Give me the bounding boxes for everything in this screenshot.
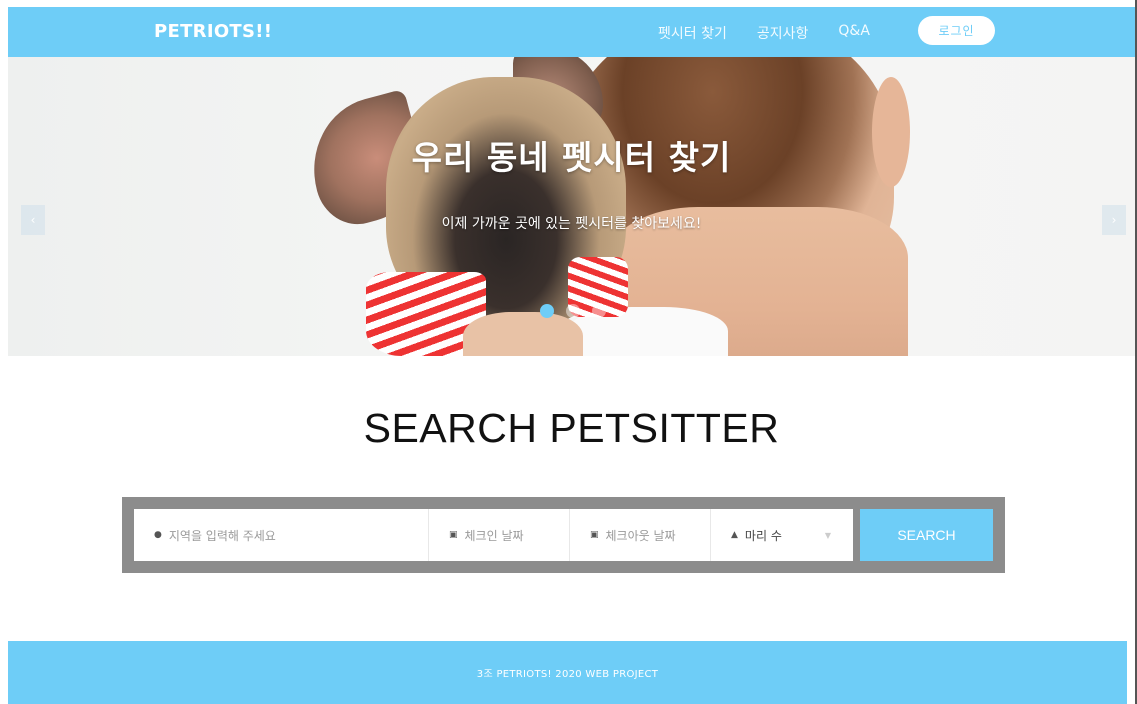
- checkin-date-input[interactable]: ▣ 체크인 날짜: [429, 509, 570, 561]
- login-button[interactable]: 로그인: [918, 16, 995, 45]
- page: PETRIOTS!! 펫시터 찾기 공지사항 Q&A 로그인 우리 동네 펫시터…: [8, 7, 1135, 704]
- pet-count-select[interactable]: ▲ 마리 수 ▼: [711, 509, 853, 561]
- chevron-right-icon: ›: [1111, 213, 1117, 227]
- footer-text: 3조 PETRIOTS! 2020 WEB PROJECT: [476, 669, 659, 680]
- chevron-down-icon: ▼: [824, 531, 831, 540]
- map-pin-icon: ●: [154, 530, 162, 540]
- nav-link-notice[interactable]: 공지사항: [757, 23, 809, 43]
- hero-carousel: 우리 동네 펫시터 찾기 이제 가까운 곳에 있는 펫시터를 찾아보세요! ‹ …: [8, 57, 1135, 356]
- carousel-indicator-2[interactable]: [566, 304, 580, 318]
- carousel-indicator-3[interactable]: [592, 304, 606, 318]
- carousel-indicators: [540, 304, 606, 318]
- hero-subtitle: 이제 가까운 곳에 있는 펫시터를 찾아보세요!: [441, 216, 702, 232]
- calendar-icon: ▣: [449, 530, 458, 540]
- brand-logo[interactable]: PETRIOTS!!: [154, 21, 272, 42]
- navbar: PETRIOTS!! 펫시터 찾기 공지사항 Q&A 로그인: [8, 7, 1135, 57]
- nav-link-qna[interactable]: Q&A: [838, 23, 870, 43]
- search-button[interactable]: SEARCH: [860, 509, 993, 561]
- carousel-next-button[interactable]: ›: [1102, 205, 1126, 235]
- nav-link-find-petsitter[interactable]: 펫시터 찾기: [658, 23, 727, 43]
- location-placeholder: 지역을 입력해 주세요: [168, 528, 276, 543]
- carousel-indicator-1[interactable]: [540, 304, 554, 318]
- footer: 3조 PETRIOTS! 2020 WEB PROJECT: [8, 641, 1127, 704]
- hero-title: 우리 동네 펫시터 찾기: [411, 138, 732, 177]
- pet-count-label: 마리 수: [744, 528, 782, 543]
- checkin-placeholder: 체크인 날짜: [464, 528, 524, 543]
- nav-links: 펫시터 찾기 공지사항 Q&A: [658, 23, 900, 43]
- person-icon: ▲: [731, 530, 738, 540]
- search-bar: ● 지역을 입력해 주세요 ▣ 체크인 날짜 ▣ 체크아웃 날짜 ▲ 마리 수 …: [122, 497, 1005, 573]
- calendar-icon: ▣: [590, 530, 599, 540]
- carousel-prev-button[interactable]: ‹: [21, 205, 45, 235]
- checkout-date-input[interactable]: ▣ 체크아웃 날짜: [570, 509, 711, 561]
- chevron-left-icon: ‹: [30, 213, 36, 227]
- search-section-title: SEARCH PETSITTER: [363, 405, 780, 451]
- location-input[interactable]: ● 지역을 입력해 주세요: [134, 509, 429, 561]
- checkout-placeholder: 체크아웃 날짜: [605, 528, 676, 543]
